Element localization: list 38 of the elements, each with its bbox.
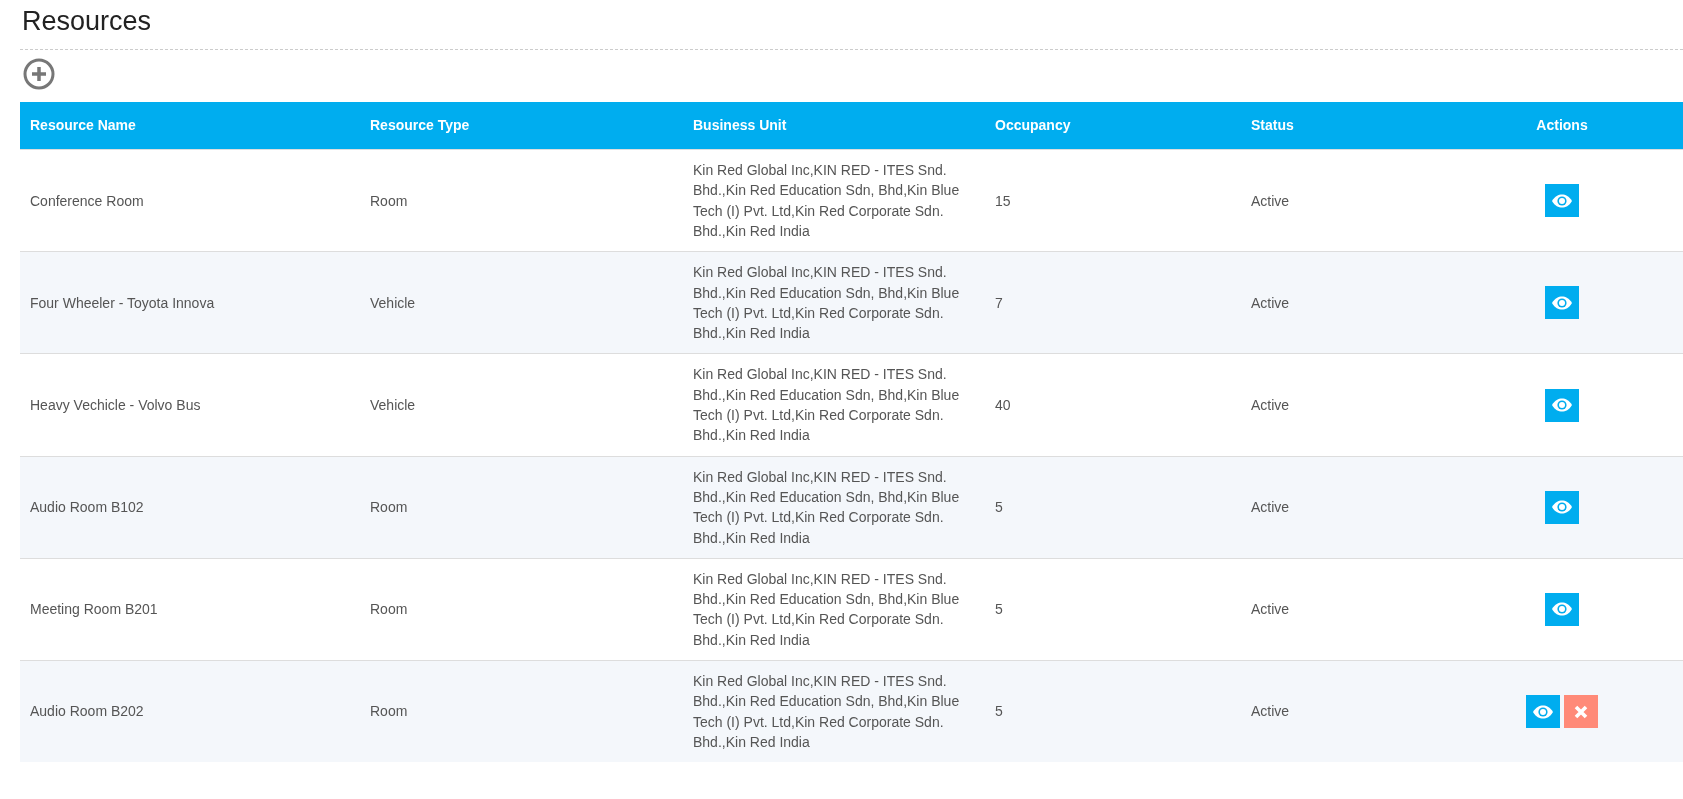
eye-icon	[1551, 500, 1573, 515]
eye-icon	[1551, 295, 1573, 310]
eye-icon	[1532, 704, 1554, 719]
close-icon	[1574, 704, 1588, 719]
occupancy: 5	[985, 456, 1241, 559]
view-button[interactable]	[1545, 592, 1579, 626]
column-header: Occupancy	[985, 102, 1241, 150]
occupancy: 7	[985, 251, 1241, 354]
business-unit: Kin Red Global Inc,KIN RED - ITES Snd. Bhd.,Kin Red Education Sdn, Bhd,Kin Blue Tech (I) Pvt. Ltd,Kin Red Corporate Sdn. Bhd.,Kin Red India	[683, 456, 985, 559]
add-button[interactable]	[23, 58, 55, 91]
business-unit: Kin Red Global Inc,KIN RED - ITES Snd. Bhd.,Kin Red Education Sdn, Bhd,Kin Blue Tech (I) Pvt. Ltd,Kin Red Corporate Sdn. Bhd.,Kin Red India	[683, 660, 985, 763]
resource-type: Vehicle	[360, 251, 683, 354]
view-button[interactable]	[1545, 184, 1579, 218]
view-button[interactable]	[1545, 286, 1579, 320]
column-header: Resource Type	[360, 102, 683, 150]
status: Active	[1241, 456, 1441, 559]
page-title: Resources	[22, 5, 153, 38]
eye-icon	[1551, 193, 1573, 208]
resource-type: Room	[360, 456, 683, 559]
column-header: Business Unit	[683, 102, 985, 150]
resource-type: Room	[360, 660, 683, 763]
plus-circle-icon	[23, 58, 55, 91]
view-button[interactable]	[1526, 695, 1560, 729]
resource-name: Audio Room B102	[20, 456, 360, 559]
eye-icon	[1551, 602, 1573, 617]
view-button[interactable]	[1545, 490, 1579, 524]
column-header: Actions	[1441, 102, 1683, 150]
status: Active	[1241, 251, 1441, 354]
view-button[interactable]	[1545, 388, 1579, 422]
delete-button[interactable]	[1564, 695, 1598, 729]
status: Active	[1241, 660, 1441, 763]
resource-name: Four Wheeler - Toyota Innova	[20, 251, 360, 354]
occupancy: 5	[985, 660, 1241, 763]
business-unit: Kin Red Global Inc,KIN RED - ITES Snd. Bhd.,Kin Red Education Sdn, Bhd,Kin Blue Tech (I) Pvt. Ltd,Kin Red Corporate Sdn. Bhd.,Kin Red India	[683, 251, 985, 354]
resource-name: Audio Room B202	[20, 660, 360, 763]
column-header: Status	[1241, 102, 1441, 150]
column-header: Resource Name	[20, 102, 360, 150]
eye-icon	[1551, 398, 1573, 413]
